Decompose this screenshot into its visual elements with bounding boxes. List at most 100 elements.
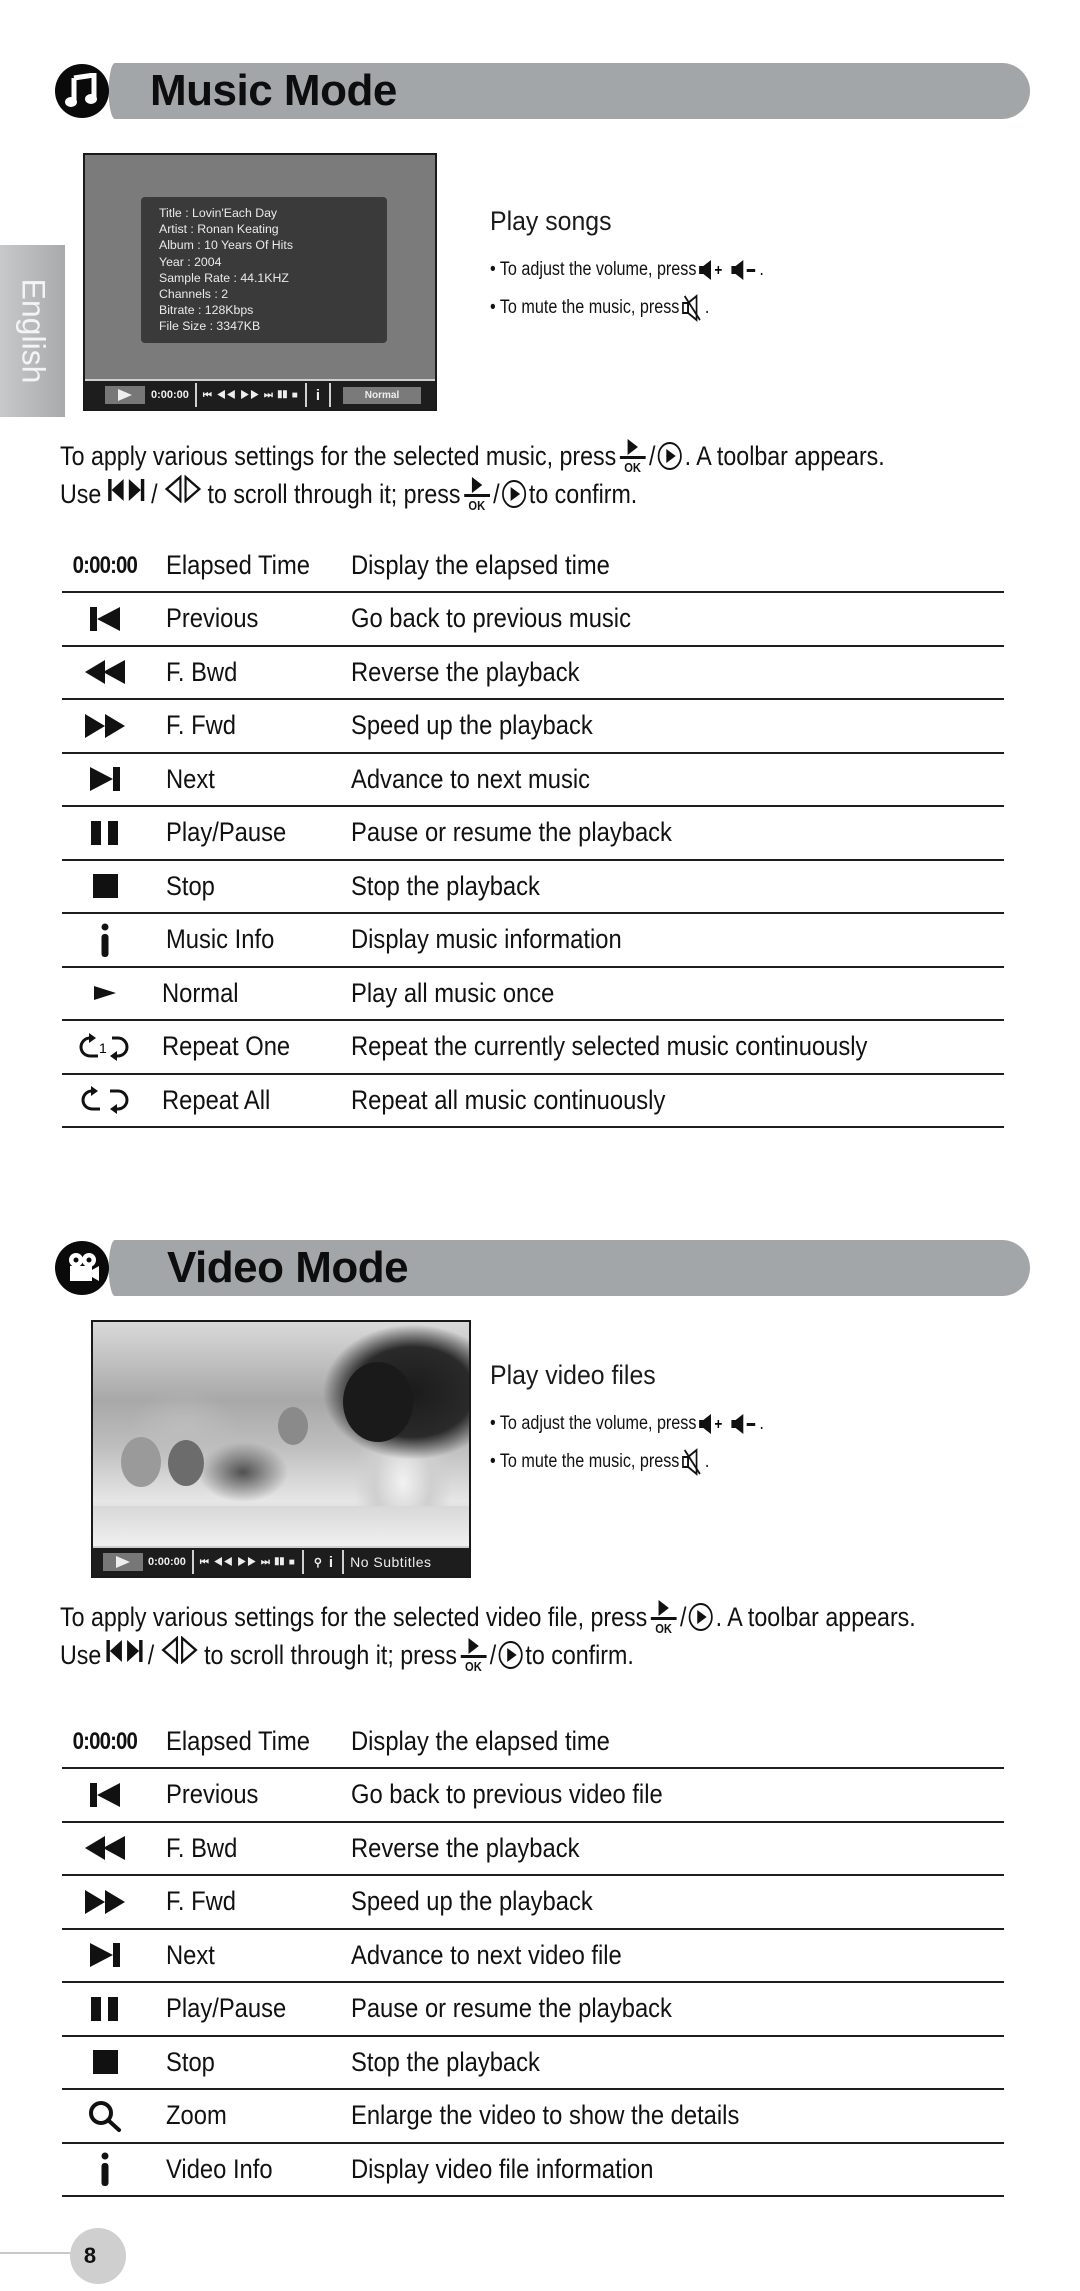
repeat-one-icon: 1 bbox=[62, 1032, 147, 1062]
circle-play-icon bbox=[502, 480, 527, 508]
function-name: Repeat One bbox=[162, 1031, 291, 1062]
table-row: Play/Pause Pause or resume the playback bbox=[62, 807, 1004, 861]
info-icon: i bbox=[315, 386, 321, 404]
ok-button-icon: OK bbox=[619, 438, 646, 474]
svg-text:+: + bbox=[714, 1416, 722, 1433]
mute-bullet: • To mute the music, press . bbox=[490, 1443, 764, 1481]
table-row: Stop Stop the playback bbox=[62, 861, 1004, 914]
info-line: Album : 10 Years Of Hits bbox=[159, 238, 293, 253]
function-name: Normal bbox=[162, 977, 239, 1008]
language-label: English bbox=[15, 278, 51, 384]
table-row: Play/Pause Pause or resume the playback bbox=[62, 1983, 1004, 2037]
ok-button-icon: OK bbox=[460, 1637, 487, 1673]
table-row: F. Bwd Reverse the playback bbox=[62, 1823, 1004, 1876]
transport-icons: ⏮ ◀◀ ▶▶ ⏭ ❚❚ ■ bbox=[202, 389, 299, 401]
function-description: Play all music once bbox=[351, 977, 555, 1008]
table-row: 0:00:00 Elapsed Time Display the elapsed t… bbox=[62, 540, 1004, 593]
volume-down-icon bbox=[730, 260, 757, 280]
left-right-arrow-icon bbox=[163, 474, 203, 513]
circle-play-icon bbox=[498, 1641, 523, 1669]
function-description: Enlarge the video to show the details bbox=[351, 2100, 740, 2131]
music-instructions: To apply various settings for the select… bbox=[60, 437, 885, 513]
normal-play-icon bbox=[62, 983, 147, 1003]
music-note-icon bbox=[55, 64, 109, 118]
info-icon: i bbox=[328, 1553, 334, 1571]
function-name: Repeat All bbox=[162, 1084, 271, 1115]
table-row: Previous Go back to previous music bbox=[62, 593, 1004, 647]
function-description: Repeat the currently selected music cont… bbox=[351, 1031, 868, 1062]
video-toolbar-table: 0:00:00 Elapsed Time Display the elapsed t… bbox=[62, 1716, 1004, 2197]
function-description: Display the elapsed time bbox=[351, 1726, 610, 1756]
table-row: F. Bwd Reverse the playback bbox=[62, 647, 1004, 700]
next-icon bbox=[62, 765, 147, 793]
music-info-panel: Title : Lovin'Each Day Artist : Ronan Ke… bbox=[141, 197, 387, 343]
function-name: Play/Pause bbox=[166, 1993, 287, 2024]
divider bbox=[194, 383, 197, 407]
page-number: 8 bbox=[83, 2243, 97, 2268]
side-heading: Play video files bbox=[490, 1360, 656, 1390]
next-icon bbox=[62, 1941, 147, 1969]
function-name: F. Bwd bbox=[166, 656, 238, 687]
function-description: Display music information bbox=[351, 924, 622, 955]
function-name: Zoom bbox=[166, 2100, 227, 2131]
video-side-notes: Play video files • To adjust the volume,… bbox=[490, 1360, 812, 1481]
function-name: Next bbox=[166, 763, 215, 794]
function-description: Stop the playback bbox=[351, 870, 540, 901]
page-number-line bbox=[0, 2252, 80, 2254]
function-name: Video Info bbox=[166, 2153, 273, 2184]
page-number-badge: 8 bbox=[70, 2228, 126, 2284]
stop-icon bbox=[62, 2048, 147, 2076]
function-description: Repeat all music continuously bbox=[351, 1084, 666, 1115]
volume-up-icon: + bbox=[698, 1414, 727, 1434]
previous-icon bbox=[62, 1781, 147, 1809]
function-name: F. Fwd bbox=[166, 1886, 236, 1917]
mute-bullet: • To mute the music, press . bbox=[490, 289, 764, 327]
mute-icon bbox=[681, 1448, 703, 1476]
table-row: Stop Stop the playback bbox=[62, 2037, 1004, 2090]
divider bbox=[301, 1550, 304, 1574]
video-mode-header: Video Mode bbox=[55, 1240, 1030, 1296]
table-row: Music Info Display music information bbox=[62, 914, 1004, 968]
language-tab[interactable]: English bbox=[0, 245, 65, 417]
function-description: Go back to previous music bbox=[351, 603, 631, 634]
function-description: Display the elapsed time bbox=[351, 550, 610, 580]
music-control-bar: 0:00:00 ⏮ ◀◀ ▶▶ ⏭ ❚❚ ■ i Normal bbox=[85, 379, 435, 409]
function-name: Elapsed Time bbox=[166, 550, 310, 580]
section-title: Video Mode bbox=[167, 1243, 409, 1292]
video-frame-image bbox=[93, 1322, 469, 1546]
function-name: Next bbox=[166, 1939, 215, 1970]
mute-icon bbox=[681, 294, 703, 322]
table-row: Normal Play all music once bbox=[62, 968, 1004, 1021]
volume-down-icon bbox=[730, 1414, 757, 1434]
function-description: Speed up the playback bbox=[351, 1886, 593, 1917]
movie-camera-icon bbox=[55, 1241, 109, 1295]
divider bbox=[304, 383, 307, 407]
info-line: Title : Lovin'Each Day bbox=[159, 206, 278, 220]
ok-button-icon: OK bbox=[463, 476, 490, 512]
video-instructions: To apply various settings for the select… bbox=[60, 1598, 916, 1674]
function-name: Previous bbox=[166, 603, 259, 634]
info-line: Year : 2004 bbox=[159, 254, 222, 269]
table-row: Next Advance to next video file bbox=[62, 1930, 1004, 1983]
divider bbox=[342, 1550, 345, 1574]
info-line: Sample Rate : 44.1KHZ bbox=[159, 270, 289, 285]
circle-play-icon bbox=[688, 1603, 714, 1631]
function-description: Speed up the playback bbox=[351, 710, 593, 741]
play-icon bbox=[103, 1553, 143, 1571]
fast-forward-icon bbox=[62, 1888, 147, 1916]
circle-play-icon bbox=[657, 442, 683, 470]
music-screen-preview: Title : Lovin'Each Day Artist : Ronan Ke… bbox=[83, 153, 437, 411]
elapsed-time: 0:00:00 bbox=[151, 389, 189, 401]
transport-icons: ⏮ ◀◀ ▶▶ ⏭ ❚❚ ■ bbox=[199, 1556, 296, 1568]
side-heading: Play songs bbox=[490, 206, 612, 236]
music-side-notes: Play songs • To adjust the volume, press… bbox=[490, 206, 812, 327]
function-name: Elapsed Time bbox=[166, 1726, 310, 1756]
video-control-bar: 0:00:00 ⏮ ◀◀ ▶▶ ⏭ ❚❚ ■ ⚲ i No Subtitles bbox=[93, 1546, 469, 1576]
function-description: Reverse the playback bbox=[351, 656, 580, 687]
play-icon bbox=[105, 386, 145, 404]
info-line: Artist : Ronan Keating bbox=[159, 222, 279, 237]
ok-button-icon: OK bbox=[650, 1599, 677, 1635]
svg-text:1: 1 bbox=[99, 1040, 107, 1056]
info-icon bbox=[62, 922, 147, 958]
table-row: Previous Go back to previous video file bbox=[62, 1769, 1004, 1823]
